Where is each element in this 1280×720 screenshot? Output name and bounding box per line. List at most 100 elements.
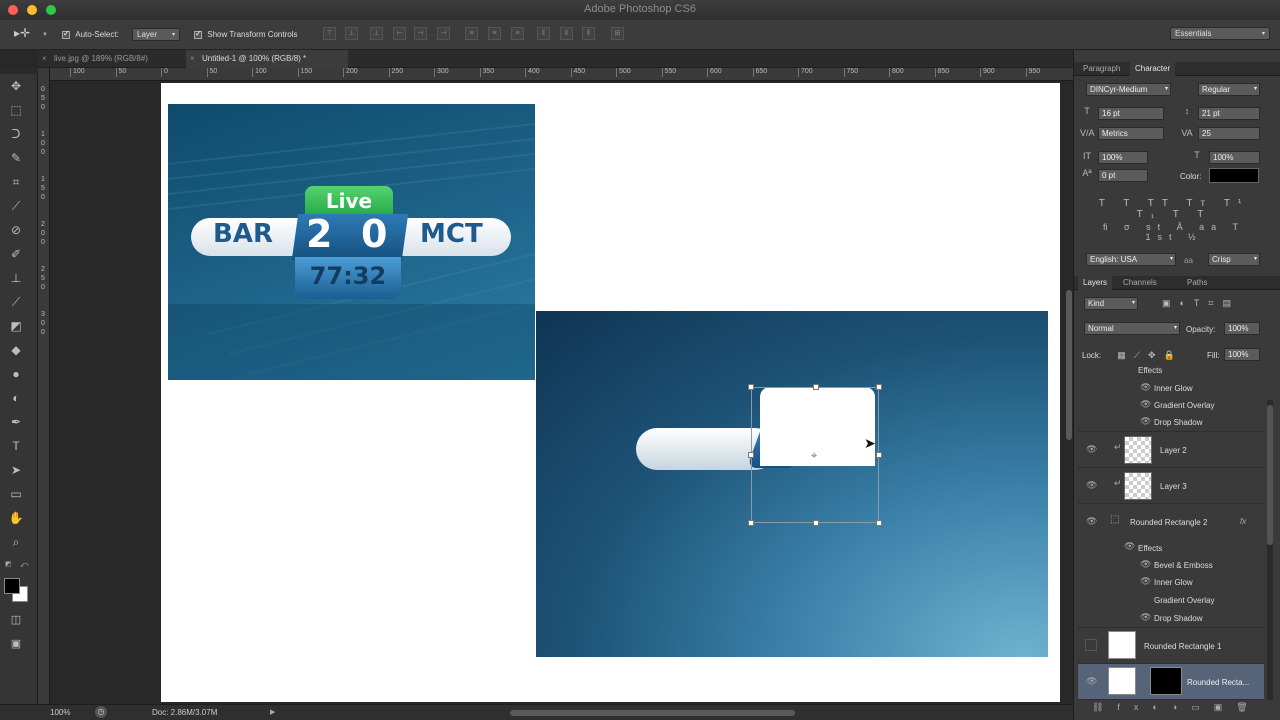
align-right-icon[interactable]: ⊣ (437, 27, 450, 40)
close-tab-icon[interactable]: × (190, 50, 195, 68)
close-tab-icon[interactable]: × (42, 50, 47, 68)
tab-channels[interactable]: Channels (1118, 276, 1162, 290)
dodge-tool-icon[interactable]: ◐ (6, 388, 26, 408)
align-hcenter-icon[interactable]: ⊣ (414, 27, 427, 40)
transform-pivot-icon[interactable]: ⌖ (811, 450, 817, 463)
baseline-shift-field[interactable]: 0 pt (1098, 169, 1148, 182)
blur-tool-icon[interactable]: ● (6, 364, 26, 384)
eye-icon[interactable]: 👁 (1140, 559, 1151, 570)
screen-mode-icon[interactable]: ▣ (6, 634, 26, 654)
eye-icon[interactable]: 👁 (1124, 541, 1135, 552)
move-tool-icon[interactable]: ✥ (6, 76, 26, 96)
status-menu-arrow-icon[interactable]: ▶ (270, 708, 275, 716)
path-selection-tool-icon[interactable]: ➤ (6, 460, 26, 480)
effect-row[interactable]: Gradient Overlay (1078, 592, 1264, 610)
effects-row[interactable]: 👁 Effects (1078, 540, 1264, 557)
zoom-tool-icon[interactable]: ⌕ (6, 532, 26, 552)
healing-brush-tool-icon[interactable]: ⊘ (6, 220, 26, 240)
filter-kind-select[interactable]: Kind ▾ (1084, 297, 1138, 310)
antialias-select[interactable]: Crisp ▾ (1208, 253, 1260, 266)
tab-paths[interactable]: Paths (1182, 276, 1212, 290)
layer-row-layer-3[interactable]: 👁 ↵ Layer 3 (1078, 468, 1264, 504)
layers-footer-buttons[interactable]: ⛓fx◐◑▭▣🗑 (1078, 702, 1264, 718)
effect-row[interactable]: 👁 Drop Shadow (1078, 414, 1264, 432)
status-icon[interactable]: ◷ (95, 706, 107, 718)
workspace-dropdown[interactable]: Essentials ▾ (1170, 27, 1270, 40)
default-colors-icon[interactable]: ◩ (5, 560, 12, 568)
transform-handle-tl[interactable] (748, 384, 754, 390)
transform-handle-tm[interactable] (813, 384, 819, 390)
crop-tool-icon[interactable]: ⌗ (6, 172, 26, 192)
transform-handle-bl[interactable] (748, 520, 754, 526)
zoom-level[interactable]: 100% (50, 708, 70, 717)
foreground-color-swatch[interactable] (4, 578, 20, 594)
layer-row-layer-2[interactable]: 👁 ↵ Layer 2 (1078, 432, 1264, 468)
clone-stamp-tool-icon[interactable]: ⊥ (6, 268, 26, 288)
eye-icon[interactable]: 👁 (1140, 382, 1151, 393)
horizontal-scrollbar[interactable] (510, 710, 795, 716)
marquee-tool-icon[interactable]: ⬚ (6, 100, 26, 120)
fx-icon[interactable]: fx (1240, 517, 1246, 526)
effect-row[interactable]: 👁 Inner Glow (1078, 574, 1264, 592)
swap-colors-icon[interactable]: ⤺ (20, 560, 29, 570)
layer-row-selected[interactable]: 👁 Rounded Recta... (1078, 664, 1264, 700)
lasso-tool-icon[interactable]: ᑐ (6, 124, 26, 144)
tracking-field[interactable]: 25 (1198, 127, 1260, 140)
gradient-background-layer[interactable]: ⌖ ➤ (536, 311, 1048, 657)
visibility-empty-box[interactable] (1085, 639, 1097, 651)
transform-handle-bm[interactable] (813, 520, 819, 526)
align-left-icon[interactable]: ⊢ (393, 27, 406, 40)
transform-handle-br[interactable] (876, 520, 882, 526)
distribute-left-icon[interactable]: ‖ (537, 27, 550, 40)
vertical-scrollbar[interactable] (1066, 290, 1072, 440)
opentype-buttons[interactable]: ﬁ σ st Ā aa T 1st ½ (1088, 222, 1260, 242)
eye-icon[interactable]: 👁 (1140, 416, 1151, 427)
font-family-select[interactable]: DINCyr-Medium ▾ (1086, 83, 1171, 96)
effects-row-top[interactable]: Effects (1078, 366, 1264, 378)
layer-row-rounded-rectangle-1[interactable]: Rounded Rectangle 1 (1078, 628, 1264, 664)
opacity-field[interactable]: 100% (1224, 322, 1260, 335)
tab-untitled-1[interactable]: × Untitled-1 @ 100% (RGB/8) * (186, 50, 348, 68)
type-tool-icon[interactable]: T (6, 436, 26, 456)
rectangle-tool-icon[interactable]: ▭ (6, 484, 26, 504)
transform-handle-mr[interactable] (876, 452, 882, 458)
eye-icon[interactable]: 👁 (1086, 444, 1097, 455)
auto-select-checkbox[interactable] (62, 29, 70, 39)
align-bottom-icon[interactable]: ⊥ (370, 27, 383, 40)
tab-live-jpg[interactable]: × live.jpg @ 189% (RGB/8#) (38, 50, 186, 68)
layer-row-rounded-rectangle-2[interactable]: 👁 ⬚ Rounded Rectangle 2 fx (1078, 504, 1264, 540)
blend-mode-select[interactable]: Normal ▾ (1084, 322, 1180, 335)
distribute-right-icon[interactable]: ‖ (582, 27, 595, 40)
brush-tool-icon[interactable]: ✐ (6, 244, 26, 264)
pen-tool-icon[interactable]: ✒ (6, 412, 26, 432)
vertical-scale-field[interactable]: 100% (1098, 151, 1148, 164)
tab-layers[interactable]: Layers (1078, 276, 1113, 290)
eye-icon[interactable]: 👁 (1086, 516, 1097, 527)
eye-icon[interactable]: 👁 (1140, 612, 1151, 623)
text-color-swatch[interactable] (1209, 168, 1259, 183)
tools-panel-grip[interactable] (0, 68, 38, 74)
eye-icon[interactable]: 👁 (1140, 576, 1151, 587)
history-brush-tool-icon[interactable]: ⟋ (6, 292, 26, 312)
eye-icon[interactable]: 👁 (1086, 480, 1097, 491)
vertical-ruler[interactable]: 0 5 0 1 0 0 1 5 0 2 0 0 2 5 0 3 0 0 (38, 68, 50, 704)
effect-row[interactable]: 👁 Bevel & Emboss (1078, 557, 1264, 574)
layers-scrollbar[interactable] (1267, 405, 1273, 545)
align-top-icon[interactable]: ⊤ (323, 27, 336, 40)
paint-bucket-tool-icon[interactable]: ◆ (6, 340, 26, 360)
auto-select-dropdown[interactable]: Layer ▾ (132, 28, 180, 41)
auto-align-icon[interactable]: ⊞ (611, 27, 624, 40)
distribute-top-icon[interactable]: ≡ (465, 27, 478, 40)
distribute-vcenter-icon[interactable]: ≡ (488, 27, 501, 40)
quick-mask-icon[interactable]: ◫ (6, 610, 26, 630)
distribute-hcenter-icon[interactable]: ‖ (560, 27, 573, 40)
eye-icon[interactable]: 👁 (1086, 676, 1097, 687)
horizontal-ruler[interactable]: 100 50 0 50 100 150 200 250 300 350 400 450 500 550 60… (50, 68, 1073, 81)
show-transform-checkbox[interactable] (194, 29, 202, 39)
move-tool-preset-icon[interactable]: ▸✛ (14, 26, 30, 40)
transform-handle-ml[interactable] (748, 452, 754, 458)
type-style-buttons[interactable]: T T TT Tт T¹ T₁ T T (1088, 198, 1260, 220)
font-size-field[interactable]: 16 pt (1098, 107, 1164, 120)
language-select[interactable]: English: USA ▾ (1086, 253, 1176, 266)
hand-tool-icon[interactable]: ✋ (6, 508, 26, 528)
